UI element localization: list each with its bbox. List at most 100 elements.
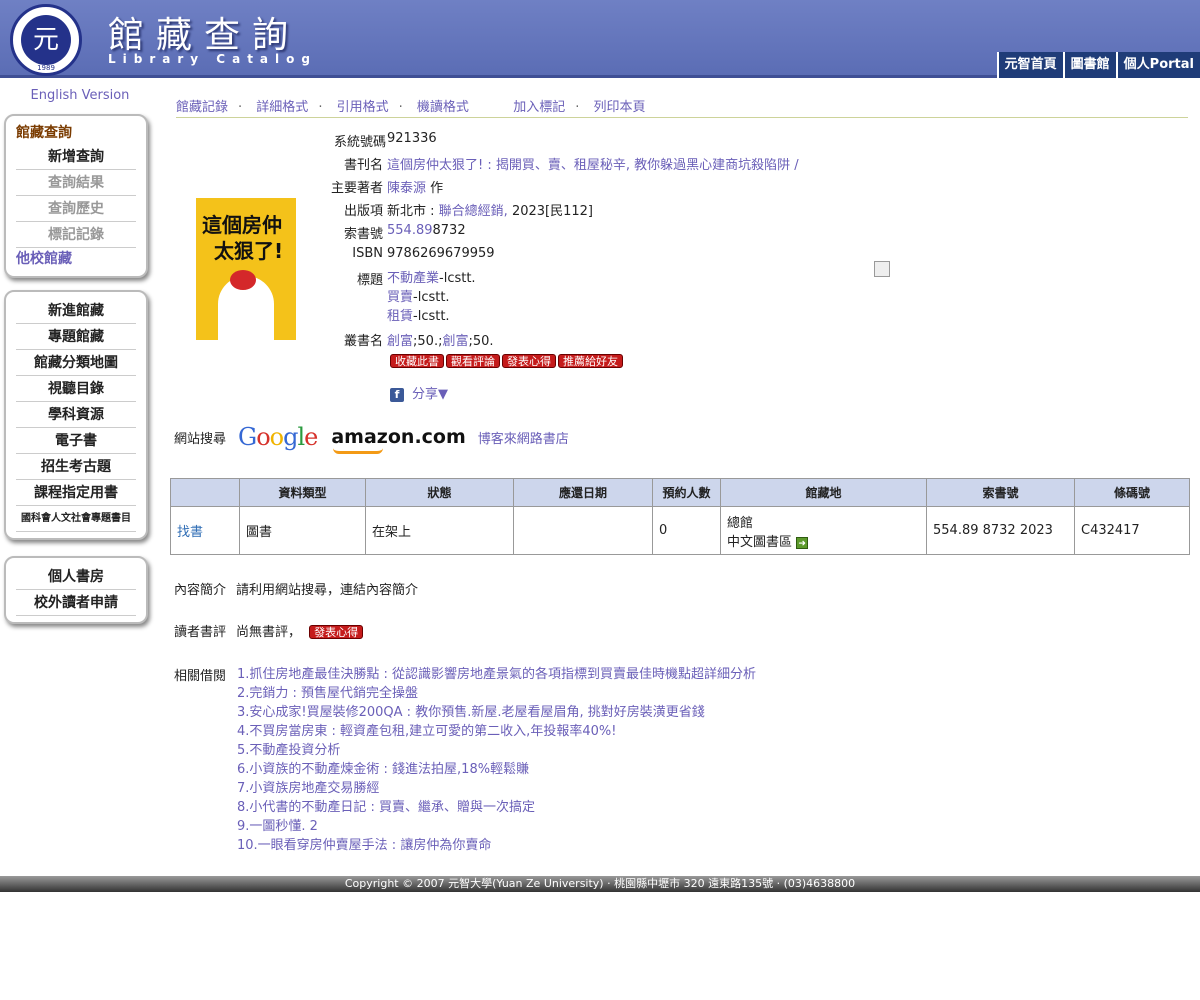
location-arrow-icon[interactable]: ➜ — [796, 536, 809, 549]
sidebar-item-my-library[interactable]: 個人書房 — [16, 564, 136, 590]
logo-emblem-icon: 元 — [21, 15, 71, 65]
sidebar-item-nsc-bibliography[interactable]: 國科會人文社會專題書目 — [16, 506, 136, 532]
add-mark-link[interactable]: 加入標記 — [513, 96, 565, 115]
publisher-link[interactable]: 聯合總經銷, — [439, 204, 508, 219]
cell-holds: 0 — [652, 506, 721, 555]
sidebar-item-subject-resources[interactable]: 學科資源 — [16, 402, 136, 428]
related-item-5[interactable]: 5.不動產投資分析 — [237, 741, 756, 760]
related-item-4[interactable]: 4.不買房當房東 : 輕資產包租,建立可愛的第二收入,年投報率40%! — [237, 722, 756, 741]
subject-link-2[interactable]: 買賣 — [387, 290, 413, 305]
tab-detail[interactable]: 詳細格式 — [256, 96, 308, 115]
related-item-3[interactable]: 3.安心成家!買屋裝修200QA : 教你預售.新屋.老屋看屋眉角, 挑對好房裝… — [237, 703, 756, 722]
cover-title-1: 這個房仲 — [202, 213, 282, 237]
print-page-link[interactable]: 列印本頁 — [593, 96, 645, 115]
call-number-link[interactable]: 554.89 — [387, 223, 433, 238]
title-link[interactable]: 這個房仲太狠了! : 揭開買、賣、租屋秘辛, 教你躲過黑心建商坑殺陷阱 / — [387, 154, 799, 173]
amazon-smile-icon — [333, 448, 384, 454]
tab-citation[interactable]: 引用格式 — [337, 96, 389, 115]
related-item-10[interactable]: 10.一眼看穿房仲賣屋手法 : 讓房仲為你賣命 — [237, 836, 756, 855]
cell-callno: 554.89 8732 2023 — [926, 506, 1075, 555]
related-item-2[interactable]: 2.完銷力 : 預售屋代銷完全操盤 — [237, 684, 756, 703]
sidebar-item-special-collections[interactable]: 專題館藏 — [16, 324, 136, 350]
google-books-link[interactable]: Google — [238, 423, 318, 451]
related-item-8[interactable]: 8.小代書的不動產日記 : 買賣、繼承、贈與一次搞定 — [237, 798, 756, 817]
location-branch: 總館 — [727, 515, 754, 531]
sidebar-item-marked[interactable]: 標記記錄 — [16, 222, 136, 248]
sidebar-head-catalog[interactable]: 館藏查詢 — [16, 122, 136, 144]
page-subtitle: Library Catalog — [108, 52, 317, 66]
subject-suffix-1: -lcstt. — [439, 271, 476, 286]
view-reviews-button[interactable]: 觀看評論 — [446, 354, 500, 368]
summary-text: 請利用網站搜尋，連結內容簡介 — [236, 583, 419, 598]
nav-home-link[interactable]: 元智首頁 — [996, 52, 1063, 78]
nav-portal-link[interactable]: 個人Portal — [1115, 52, 1200, 78]
sidebar-search-box: 館藏查詢 新增查詢 查詢結果 查詢歷史 標記記錄 他校館藏 — [4, 114, 148, 278]
sysno-label-text: 系統號碼 — [333, 135, 386, 150]
header: 元 1989 館藏查詢 Library Catalog 元智首頁 圖書館 個人P… — [0, 0, 1200, 78]
recommend-button[interactable]: 推薦給好友 — [558, 354, 623, 368]
series-link-2[interactable]: 創富 — [442, 334, 468, 349]
pub-label: 出版項 — [343, 204, 383, 219]
review-label: 讀者書評 — [174, 625, 227, 640]
cell-type: 圖書 — [239, 506, 366, 555]
save-book-button[interactable]: 收藏此書 — [390, 354, 444, 368]
post-review-button-2[interactable]: 發表心得 — [309, 625, 364, 639]
sidebar-item-new-search[interactable]: 新增查詢 — [16, 144, 136, 170]
subject-link-1[interactable]: 不動產業 — [387, 271, 439, 286]
find-book-link[interactable]: 找書 — [177, 525, 203, 540]
related-item-9[interactable]: 9.一圖秒懂. 2 — [237, 817, 756, 836]
col-header-location: 館藏地 — [720, 478, 927, 507]
col-header-status: 狀態 — [365, 478, 514, 507]
action-buttons: 收藏此書 觀看評論 發表心得 推薦給好友 — [390, 354, 625, 369]
logo-year: 1989 — [37, 64, 55, 72]
share-dropdown[interactable]: 分享▼ — [412, 387, 448, 402]
subject-link-3[interactable]: 租賃 — [387, 309, 413, 324]
series-rest-2: ;50. — [468, 334, 494, 349]
author-link[interactable]: 陳泰源 — [387, 181, 426, 196]
col-header-due: 應還日期 — [513, 478, 653, 507]
tab-holdings[interactable]: 館藏記錄 — [176, 96, 228, 115]
call-number-rest: 8732 — [432, 223, 466, 238]
sidebar-item-exam-papers[interactable]: 招生考古題 — [16, 454, 136, 480]
author-role: 作 — [430, 181, 444, 196]
cell-due — [513, 506, 653, 555]
web-search-row: 網站搜尋 Google amazon.com 博客來網路書店 — [174, 422, 569, 454]
summary-row: 內容簡介 請利用網站搜尋，連結內容簡介 — [174, 579, 418, 598]
amazon-link[interactable]: amazon.com — [331, 426, 466, 454]
sidebar-item-external-reader[interactable]: 校外讀者申請 — [16, 590, 136, 616]
related-label: 相關借閱 — [174, 669, 227, 684]
related-list: 1.抓住房地產最佳決勝點 : 從認識影響房地產景氣的各項指標到買賣最佳時機點超詳… — [237, 665, 756, 855]
sidebar-item-classification-map[interactable]: 館藏分類地圖 — [16, 350, 136, 376]
sidebar-item-results[interactable]: 查詢結果 — [16, 170, 136, 196]
facebook-icon[interactable]: f — [390, 388, 404, 402]
tab-marc[interactable]: 機讀格式 — [417, 96, 469, 115]
sidebar-item-course-reserves[interactable]: 課程指定用書 — [16, 480, 136, 506]
post-review-button[interactable]: 發表心得 — [502, 354, 556, 368]
sidebar-item-av-catalog[interactable]: 視聽目錄 — [16, 376, 136, 402]
nav-library-link[interactable]: 圖書館 — [1062, 52, 1116, 78]
broken-image-icon — [874, 261, 890, 277]
top-nav: 元智首頁 圖書館 個人Portal — [996, 52, 1200, 78]
series-link-1[interactable]: 創富 — [387, 334, 413, 349]
pub-place: 新北市 : — [387, 204, 435, 219]
col-header-callno: 索書號 — [926, 478, 1075, 507]
call-label: 索書號 — [343, 227, 383, 242]
related-item-6[interactable]: 6.小資族的不動產煉金術 : 錢進法拍屋,18%輕鬆賺 — [237, 760, 756, 779]
holdings-header-row: 資料類型 狀態 應還日期 預約人數 館藏地 索書號 條碼號 — [170, 478, 1190, 507]
university-logo[interactable]: 元 1989 — [10, 4, 82, 76]
page-title: 館藏查詢 — [108, 15, 301, 56]
related-item-1[interactable]: 1.抓住房地產最佳決勝點 : 從認識影響房地產景氣的各項指標到買賣最佳時機點超詳… — [237, 665, 756, 684]
sidebar-item-other-libraries[interactable]: 他校館藏 — [16, 248, 136, 270]
col-header-barcode: 條碼號 — [1074, 478, 1190, 507]
english-version-link[interactable]: English Version — [0, 88, 160, 103]
bookstore-link[interactable]: 博客來網路書店 — [478, 428, 569, 447]
sidebar-item-ebooks[interactable]: 電子書 — [16, 428, 136, 454]
related-item-7[interactable]: 7.小資族房地產交易勝經 — [237, 779, 756, 798]
sidebar-item-history[interactable]: 查詢歷史 — [16, 196, 136, 222]
col-header-find — [170, 478, 240, 507]
web-search-label: 網站搜尋 — [174, 431, 227, 447]
title-label: 書刊名 — [343, 158, 383, 173]
sidebar-item-new-arrivals[interactable]: 新進館藏 — [16, 298, 136, 324]
review-row: 讀者書評 尚無書評， 發表心得 — [174, 621, 365, 640]
pub-year: 2023[民112] — [511, 204, 593, 219]
